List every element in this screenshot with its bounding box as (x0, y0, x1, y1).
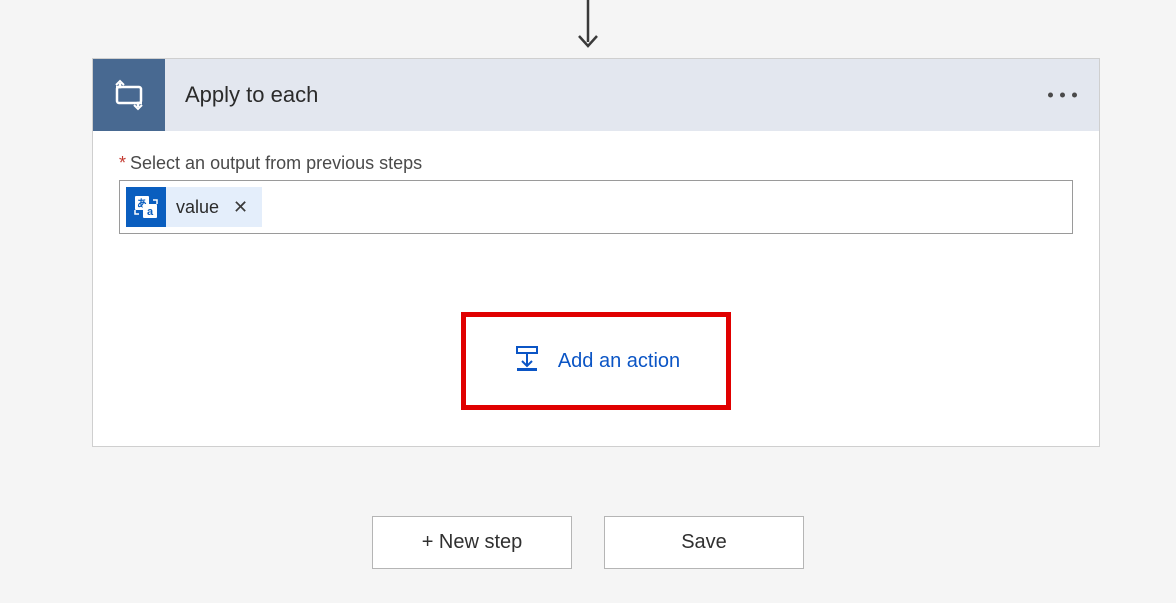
insert-action-icon (512, 343, 542, 379)
card-body: *Select an output from previous steps あ … (93, 131, 1099, 446)
required-asterisk: * (119, 153, 126, 173)
token-label: value (176, 197, 219, 218)
connector-arrow (576, 0, 600, 55)
apply-to-each-card: Apply to each *Select an output from pre… (92, 58, 1100, 447)
footer-buttons: + New step Save (0, 516, 1176, 569)
action-area: Add an action (119, 312, 1073, 410)
save-button[interactable]: Save (604, 516, 804, 569)
field-label: *Select an output from previous steps (119, 153, 1073, 174)
loop-icon (93, 59, 165, 131)
new-step-button[interactable]: + New step (372, 516, 572, 569)
add-action-button[interactable]: Add an action (512, 343, 680, 379)
translate-icon: あ a (126, 187, 166, 227)
output-selector-input[interactable]: あ a value ✕ (119, 180, 1073, 234)
card-title: Apply to each (165, 82, 318, 108)
add-action-label: Add an action (558, 350, 680, 373)
more-menu-button[interactable] (1048, 93, 1077, 98)
card-header[interactable]: Apply to each (93, 59, 1099, 131)
remove-token-button[interactable]: ✕ (229, 198, 252, 216)
highlight-box: Add an action (461, 312, 731, 410)
svg-text:a: a (147, 206, 154, 218)
dynamic-content-token[interactable]: あ a value ✕ (126, 187, 262, 227)
